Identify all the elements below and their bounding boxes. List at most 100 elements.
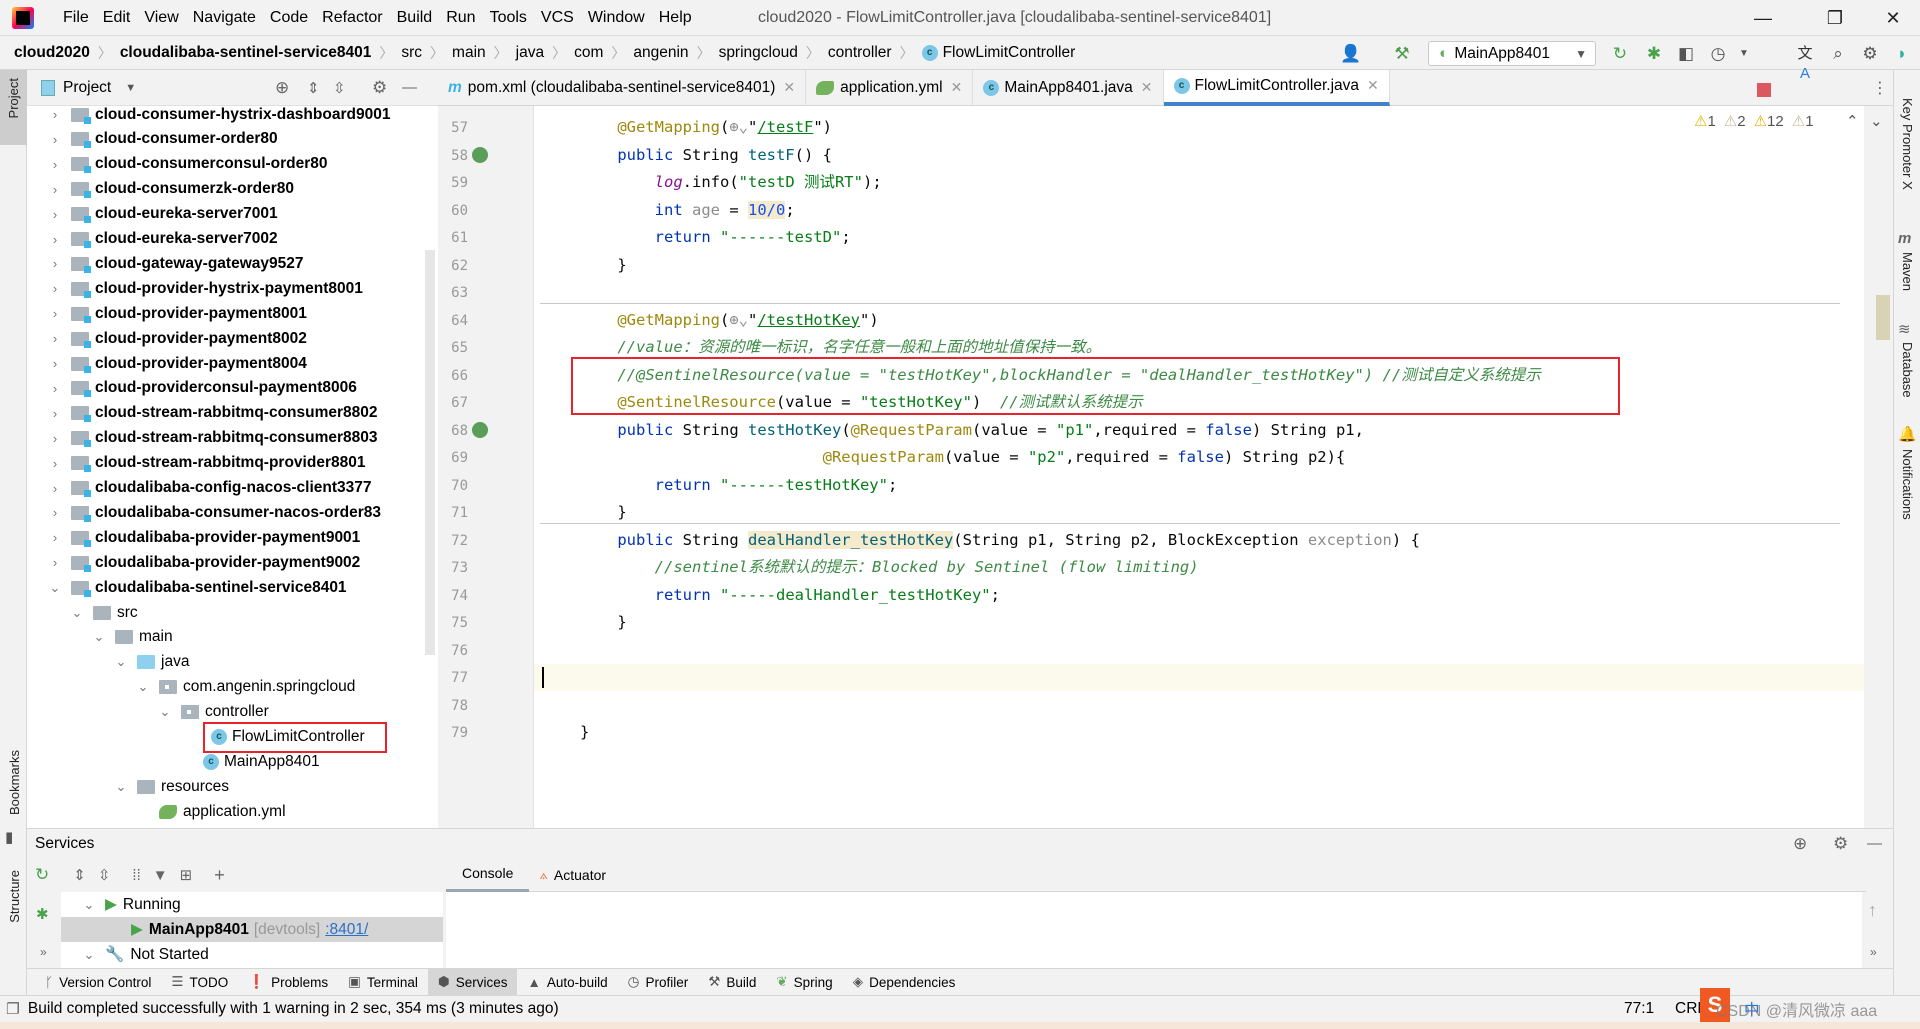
editor-tab[interactable]: c FlowLimitController.java ✕ bbox=[1163, 69, 1390, 106]
hide-icon[interactable]: — bbox=[1867, 835, 1882, 852]
inspection-weak-warning[interactable]: ⚠ bbox=[1724, 112, 1737, 130]
tree-item[interactable]: › cloud-consumerzk-order80 bbox=[47, 177, 294, 202]
chevron-right-icon[interactable]: › bbox=[47, 232, 63, 247]
inspection-warning[interactable]: ⚠ bbox=[1754, 112, 1767, 130]
tab-console[interactable]: Console bbox=[446, 858, 530, 892]
tree-item[interactable]: c FlowLimitController bbox=[203, 721, 387, 753]
chevron-right-icon[interactable]: › bbox=[47, 207, 63, 222]
chevron-down-icon[interactable]: ▼ bbox=[125, 82, 136, 94]
debug-icon[interactable]: ✱ bbox=[1644, 44, 1664, 64]
expand-all-icon[interactable]: ⇕ bbox=[73, 866, 86, 884]
tool-tab-todo[interactable]: ☰ TODO bbox=[161, 969, 238, 996]
service-group-row[interactable]: ⌄ ▶ Running bbox=[61, 892, 443, 917]
scroll-up-icon[interactable]: ↑ bbox=[1868, 900, 1877, 921]
user-icon[interactable]: 👤 bbox=[1340, 44, 1361, 64]
tool-tab-dependencies[interactable]: ◈ Dependencies bbox=[843, 969, 966, 996]
run-configuration-select[interactable]: ◐ MainApp8401 ▼ bbox=[1428, 41, 1596, 66]
tree-item[interactable]: › cloud-provider-hystrix-payment8001 bbox=[47, 276, 363, 301]
menu-navigate[interactable]: Navigate bbox=[186, 0, 263, 36]
project-tool-button[interactable]: Project bbox=[0, 70, 27, 145]
breadcrumb-item[interactable]: FlowLimitController bbox=[943, 44, 1076, 62]
chevron-right-icon[interactable]: › bbox=[47, 555, 63, 570]
breadcrumb-item[interactable]: cloudalibaba-sentinel-service8401 bbox=[120, 44, 372, 62]
chevron-right-icon[interactable]: › bbox=[47, 306, 63, 321]
tree-item[interactable]: › cloudalibaba-consumer-nacos-order83 bbox=[47, 500, 381, 525]
refresh-icon[interactable]: ↻ bbox=[35, 865, 49, 885]
tree-item[interactable]: › cloud-consumerconsul-order80 bbox=[47, 152, 328, 177]
tree-item[interactable]: ⌄ cloudalibaba-sentinel-service8401 bbox=[47, 575, 347, 600]
more-icon[interactable]: » bbox=[40, 945, 47, 959]
tree-item[interactable]: ⌄ src bbox=[69, 600, 138, 625]
add-service-icon[interactable]: + bbox=[214, 865, 225, 886]
console-output[interactable] bbox=[446, 892, 1862, 968]
chevron-right-icon[interactable]: › bbox=[47, 505, 63, 520]
tree-item[interactable]: › cloudalibaba-config-nacos-client3377 bbox=[47, 476, 371, 501]
translate-icon[interactable]: 文A bbox=[1795, 44, 1815, 82]
tree-item[interactable]: › cloudalibaba-provider-payment9002 bbox=[47, 550, 360, 575]
search-icon[interactable]: ⌕ bbox=[1828, 44, 1848, 64]
breadcrumb-item[interactable]: springcloud bbox=[719, 44, 798, 62]
tool-tab-version-control[interactable]: ᚴ Version Control bbox=[35, 969, 161, 996]
tree-item[interactable]: › cloud-consumer-order80 bbox=[47, 127, 278, 152]
more-icon[interactable]: » bbox=[1870, 945, 1877, 959]
run-gutter-icon[interactable] bbox=[472, 421, 488, 438]
hammer-icon[interactable]: ⚒ bbox=[1392, 44, 1412, 64]
code-editor[interactable]: @GetMapping(⊕⌄"/testF") public String te… bbox=[534, 106, 1864, 828]
close-tab-icon[interactable]: ✕ bbox=[1141, 79, 1153, 96]
chevron-down-icon[interactable]: ▼ bbox=[1734, 44, 1754, 64]
chevron-down-icon[interactable]: ⌄ bbox=[81, 947, 97, 963]
editor-tab[interactable]: c MainApp8401.java ✕ bbox=[973, 69, 1164, 106]
tree-item[interactable]: › cloud-providerconsul-payment8006 bbox=[47, 376, 357, 401]
tree-item[interactable]: › cloudalibaba-provider-payment9001 bbox=[47, 525, 360, 550]
coverage-icon[interactable]: ◧ bbox=[1676, 44, 1696, 64]
new-tab-icon[interactable]: ⊞ bbox=[180, 866, 193, 884]
gear-icon[interactable]: ⚙ bbox=[1833, 834, 1848, 854]
chevron-right-icon[interactable]: › bbox=[47, 256, 63, 271]
menu-refactor[interactable]: Refactor bbox=[315, 0, 389, 36]
tab-actuator[interactable]: ⟑ Actuator bbox=[529, 858, 616, 892]
chevron-right-icon[interactable]: › bbox=[47, 132, 63, 147]
menu-vcs[interactable]: VCS bbox=[534, 0, 581, 36]
chevron-right-icon[interactable]: › bbox=[47, 107, 63, 122]
tree-item[interactable]: › cloud-eureka-server7001 bbox=[47, 202, 278, 227]
menu-code[interactable]: Code bbox=[263, 0, 315, 36]
chevron-down-icon[interactable]: ⌄ bbox=[81, 897, 97, 913]
project-view-select[interactable]: Project bbox=[63, 79, 111, 97]
tool-tab-terminal[interactable]: ▣ Terminal bbox=[338, 969, 428, 996]
tree-item[interactable]: › cloud-gateway-gateway9527 bbox=[47, 251, 303, 276]
tool-tab-spring[interactable]: ❦ Spring bbox=[766, 969, 842, 996]
tree-item[interactable]: › cloud-stream-rabbitmq-consumer8803 bbox=[47, 426, 378, 451]
chevron-right-icon[interactable]: › bbox=[47, 157, 63, 172]
database-tool-button[interactable]: ≋ Database bbox=[1898, 320, 1918, 420]
editor-tab[interactable]: m pom.xml (cloudalibaba-sentinel-service8… bbox=[438, 69, 807, 106]
chevron-down-icon[interactable]: ⌄ bbox=[113, 779, 129, 795]
tool-tab-build[interactable]: ⚒ Build bbox=[698, 969, 766, 996]
tree-item[interactable]: ⌄ java bbox=[113, 650, 190, 675]
tree-item[interactable]: › cloud-stream-rabbitmq-provider8801 bbox=[47, 451, 365, 476]
structure-tool-button[interactable]: Structure bbox=[3, 870, 25, 940]
tool-tab-services[interactable]: ⬢ Services bbox=[427, 968, 518, 996]
tree-item[interactable]: ⌄ main bbox=[91, 625, 173, 650]
project-tree-scrollbar[interactable] bbox=[425, 250, 435, 655]
run-gutter-icon[interactable] bbox=[472, 146, 488, 163]
inspection-typo[interactable]: ⚠ bbox=[1792, 112, 1805, 130]
menu-view[interactable]: View bbox=[137, 0, 185, 36]
more-tabs-icon[interactable]: ⋮ bbox=[1872, 78, 1888, 98]
locate-icon[interactable]: ⊕ bbox=[275, 78, 289, 98]
prev-highlight-icon[interactable]: ⌃ bbox=[1846, 112, 1859, 130]
restore-icon[interactable]: ❐ bbox=[1810, 0, 1860, 36]
chevron-right-icon[interactable]: › bbox=[47, 182, 63, 197]
chevron-right-icon[interactable]: › bbox=[47, 331, 63, 346]
inspection-warning[interactable]: ⚠ bbox=[1694, 112, 1707, 130]
expand-all-icon[interactable]: ⇕ bbox=[307, 79, 320, 97]
editor-tab[interactable]: application.yml ✕ bbox=[806, 69, 974, 106]
editor-scrollbar-thumb[interactable] bbox=[1876, 295, 1890, 340]
breadcrumb-item[interactable]: cloud2020 bbox=[14, 44, 90, 62]
status-toggle-icon[interactable]: ❐ bbox=[6, 1000, 20, 1019]
menu-tools[interactable]: Tools bbox=[483, 0, 534, 36]
settings-icon[interactable]: ⚙ bbox=[1860, 44, 1880, 64]
menu-window[interactable]: Window bbox=[581, 0, 652, 36]
menu-build[interactable]: Build bbox=[390, 0, 440, 36]
tree-item[interactable]: c MainApp8401 bbox=[179, 749, 320, 774]
breadcrumb-item[interactable]: java bbox=[516, 44, 544, 62]
